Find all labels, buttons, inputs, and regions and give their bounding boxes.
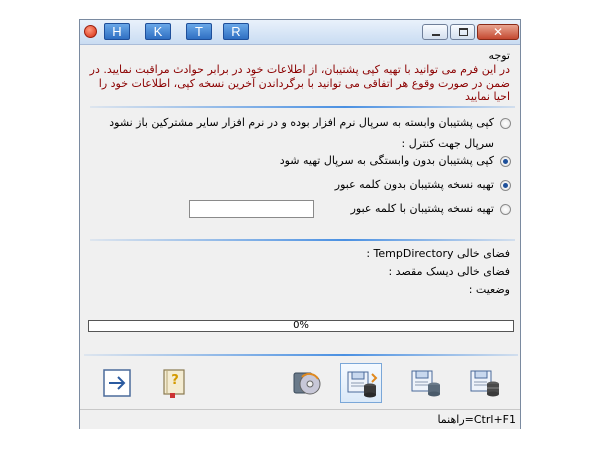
shortcut-h-button[interactable]: H [104, 23, 130, 40]
server-dependent-radio[interactable] [500, 118, 511, 129]
with-password-radio[interactable] [500, 204, 511, 215]
status-bar: راهنما=Ctrl+F1 [80, 409, 520, 429]
backup-password-icon [411, 370, 440, 397]
minimize-button[interactable] [422, 24, 448, 40]
exit-arrow-icon [103, 369, 131, 397]
backup-database-button[interactable] [464, 363, 506, 403]
minimize-icon [432, 34, 440, 36]
progress-label: 0% [293, 320, 309, 331]
server-dependent-label: کپی پشتیبان وابسته به سرپال نرم افزار بو… [109, 116, 494, 129]
no-password-label: تهیه نسخه پشتیبان بدون کلمه عبور [334, 178, 494, 191]
notice-title: توجه [488, 49, 510, 62]
maximize-button[interactable] [450, 24, 475, 40]
backup-save-icon [347, 371, 378, 398]
help-button[interactable]: ? [153, 363, 195, 403]
close-icon: ✕ [492, 25, 504, 39]
target-disk-free-space: فضای خالی دیسک مقصد : [388, 265, 510, 278]
password-input[interactable] [189, 200, 314, 218]
divider [84, 354, 518, 356]
maximize-icon [459, 28, 468, 36]
help-shortcut-hint: راهنما=Ctrl+F1 [437, 413, 516, 426]
status-label: وضعیت : [468, 283, 510, 296]
server-independent-radio[interactable] [500, 156, 511, 167]
backup-progress-bar: 0% [88, 320, 514, 332]
divider [90, 106, 515, 108]
server-control-label: سرپال جهت کنترل : [401, 137, 495, 150]
restore-cd-icon [293, 372, 321, 395]
shortcut-r-button[interactable]: R [223, 23, 249, 40]
backup-database-icon [470, 370, 499, 397]
app-icon [84, 25, 97, 38]
backup-password-button[interactable] [405, 363, 447, 403]
title-bar: H K T R ✕ [80, 20, 520, 45]
shortcut-t-button[interactable]: T [186, 23, 212, 40]
divider [90, 239, 515, 241]
backup-button[interactable] [340, 363, 382, 403]
backup-window: H K T R ✕ توجه در این فرم می توانید با ت… [79, 19, 521, 429]
temp-directory-free-space: فضای خالی TempDirectory : [366, 247, 510, 260]
close-button[interactable]: ✕ [477, 24, 519, 40]
notice-text: در این فرم می توانید با تهیه کپی پشتیبان… [89, 63, 510, 103]
no-password-radio[interactable] [500, 180, 511, 191]
svg-text:?: ? [171, 373, 179, 388]
with-password-label: تهیه نسخه پشتیبان با کلمه عبور [350, 202, 494, 215]
shortcut-k-button[interactable]: K [145, 23, 171, 40]
server-independent-label: کپی پشتیبان بدون وابستگی به سرپال تهیه ش… [279, 154, 494, 167]
restore-button[interactable] [286, 363, 328, 403]
help-book-icon: ? [163, 369, 185, 398]
exit-button[interactable] [96, 363, 138, 403]
